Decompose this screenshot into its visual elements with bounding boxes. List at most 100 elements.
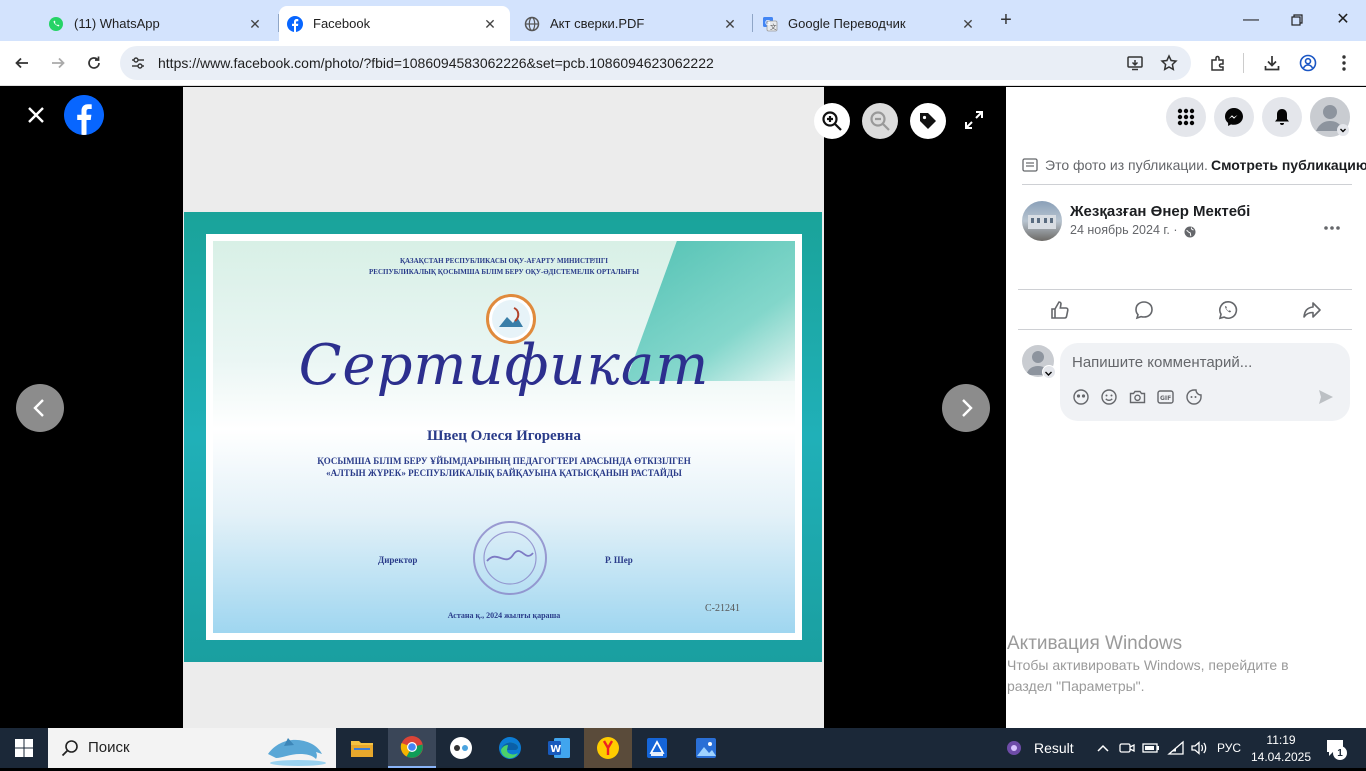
emoji-icon[interactable] bbox=[1101, 389, 1117, 410]
address-bar[interactable]: https://www.facebook.com/photo/?fbid=108… bbox=[120, 46, 1191, 80]
account-avatar-button[interactable] bbox=[1310, 97, 1350, 137]
photos-app-icon[interactable] bbox=[682, 728, 730, 768]
tab-title: Google Переводчик bbox=[788, 16, 906, 31]
zoom-in-button[interactable] bbox=[814, 103, 850, 139]
more-options-icon[interactable] bbox=[1324, 217, 1340, 235]
weather-result-icon[interactable] bbox=[1003, 728, 1025, 768]
menu-grid-button[interactable] bbox=[1166, 97, 1206, 137]
close-viewer-icon[interactable] bbox=[24, 103, 48, 127]
bookmark-star-icon[interactable] bbox=[1160, 54, 1178, 77]
globe-icon bbox=[1184, 225, 1196, 243]
tab-whatsapp[interactable]: (11) WhatsApp ✕ bbox=[40, 6, 275, 41]
gif-icon[interactable]: GIF bbox=[1157, 389, 1174, 410]
search-icon bbox=[61, 739, 79, 762]
sticker-icon[interactable] bbox=[1186, 389, 1202, 410]
downloads-icon[interactable] bbox=[1260, 51, 1284, 75]
photo-viewer: ҚАЗАҚСТАН РЕСПУБЛИКАСЫ ОҚУ-АҒАРТУ МИНИСТ… bbox=[0, 87, 1006, 728]
forward-button[interactable] bbox=[46, 51, 70, 75]
close-tab-icon[interactable]: ✕ bbox=[247, 16, 263, 32]
back-button[interactable] bbox=[10, 51, 34, 75]
weather-result-label[interactable]: Result bbox=[1034, 728, 1074, 768]
tag-button[interactable] bbox=[910, 103, 946, 139]
tray-chevron-up-icon[interactable] bbox=[1093, 728, 1113, 768]
certificate-ministry-line: ҚАЗАҚСТАН РЕСПУБЛИКАСЫ ОҚУ-АҒАРТУ МИНИСТ… bbox=[399, 257, 609, 265]
actions-top-divider bbox=[1018, 289, 1352, 290]
close-tab-icon[interactable]: ✕ bbox=[722, 16, 738, 32]
comment-icon[interactable] bbox=[1130, 296, 1158, 324]
profile-icon[interactable] bbox=[1296, 51, 1320, 75]
certificate-title: Сертификат bbox=[298, 333, 710, 398]
avatar-sticker-icon[interactable] bbox=[1073, 389, 1089, 410]
certificate-text-line: ҚОСЫМША БІЛІМ БЕРУ ҰЙЫМДАРЫНЫҢ ПЕДАГОГТЕ… bbox=[317, 456, 691, 466]
meet-now-icon[interactable] bbox=[1118, 728, 1136, 768]
wifi-icon[interactable] bbox=[1166, 728, 1186, 768]
notifications-bell-button[interactable] bbox=[1262, 97, 1302, 137]
taskbar-search[interactable]: Поиск bbox=[48, 728, 336, 768]
tab-pdf[interactable]: Акт сверки.PDF ✕ bbox=[518, 6, 750, 41]
restore-button[interactable] bbox=[1283, 6, 1311, 34]
activation-watermark-line: Чтобы активировать Windows, перейдите в bbox=[1007, 657, 1289, 673]
install-app-icon[interactable] bbox=[1126, 54, 1144, 77]
comment-input[interactable]: Напишите комментарий... bbox=[1072, 354, 1252, 371]
whatsapp-share-icon[interactable] bbox=[1214, 296, 1242, 324]
windows-taskbar: Поиск W Result РУС 11:19 14.04.2025 1 bbox=[0, 728, 1366, 768]
header-divider bbox=[1022, 184, 1352, 185]
minimize-button[interactable]: — bbox=[1237, 6, 1265, 34]
chrome-icon[interactable] bbox=[388, 728, 436, 768]
certificate-text-line: «АЛТЫН ЖҮРЕК» РЕСПУБЛИКАЛЫҚ БАЙҚАУЫНА ҚА… bbox=[326, 468, 682, 478]
close-window-button[interactable]: ✕ bbox=[1329, 6, 1357, 34]
dolphin-highlight-icon[interactable] bbox=[264, 730, 328, 771]
toolbar-divider bbox=[1243, 53, 1244, 73]
certificate-recipient: Швец Олеся Игоревна bbox=[427, 428, 581, 444]
document-app-icon[interactable] bbox=[633, 728, 681, 768]
clock-date[interactable]: 14.04.2025 bbox=[1250, 747, 1312, 767]
photo-area: ҚАЗАҚСТАН РЕСПУБЛИКАСЫ ОҚУ-АҒАРТУ МИНИСТ… bbox=[183, 87, 824, 728]
camera-icon[interactable] bbox=[1129, 389, 1146, 410]
battery-icon[interactable] bbox=[1141, 728, 1161, 768]
author-avatar[interactable] bbox=[1022, 201, 1062, 241]
zoom-out-button[interactable] bbox=[862, 103, 898, 139]
start-button[interactable] bbox=[0, 728, 48, 768]
url-text[interactable]: https://www.facebook.com/photo/?fbid=108… bbox=[158, 55, 714, 71]
search-placeholder[interactable]: Поиск bbox=[88, 739, 130, 756]
post-side-panel: Это фото из публикации. Смотреть публика… bbox=[1006, 87, 1366, 728]
like-icon[interactable] bbox=[1046, 296, 1074, 324]
tab-google-translate[interactable]: G文 Google Переводчик ✕ bbox=[756, 6, 988, 41]
certificate-director-label: Директор bbox=[378, 555, 418, 565]
close-tab-icon[interactable]: ✕ bbox=[482, 16, 498, 32]
facebook-logo-icon[interactable] bbox=[64, 95, 104, 135]
extensions-icon[interactable] bbox=[1206, 51, 1230, 75]
app-icon[interactable] bbox=[437, 728, 485, 768]
browser-toolbar: https://www.facebook.com/photo/?fbid=108… bbox=[0, 41, 1366, 86]
menu-kebab-icon[interactable] bbox=[1332, 51, 1356, 75]
view-post-link[interactable]: Смотреть публикацию bbox=[1211, 157, 1366, 173]
tab-title: Facebook bbox=[313, 16, 371, 31]
file-explorer-icon[interactable] bbox=[338, 728, 386, 768]
send-icon[interactable] bbox=[1318, 389, 1334, 410]
new-tab-button[interactable]: + bbox=[994, 8, 1018, 32]
svg-text:文: 文 bbox=[770, 22, 777, 31]
author-name[interactable]: Жезқазған Өнер Мектебі bbox=[1070, 203, 1250, 220]
svg-text:GIF: GIF bbox=[1160, 395, 1171, 402]
avatar-switch-chevron-icon[interactable] bbox=[1042, 365, 1056, 379]
actions-bottom-divider bbox=[1018, 329, 1352, 330]
tab-title: (11) WhatsApp bbox=[74, 16, 160, 31]
site-settings-icon[interactable] bbox=[130, 55, 146, 71]
comment-composer[interactable]: Напишите комментарий... GIF bbox=[1060, 343, 1350, 421]
previous-photo-button[interactable] bbox=[16, 384, 64, 432]
reload-button[interactable] bbox=[82, 51, 106, 75]
edge-icon[interactable] bbox=[486, 728, 534, 768]
word-icon[interactable]: W bbox=[535, 728, 583, 768]
share-icon[interactable] bbox=[1298, 296, 1326, 324]
tab-separator bbox=[752, 14, 753, 32]
fullscreen-icon[interactable] bbox=[963, 109, 985, 131]
post-date[interactable]: 24 ноябрь 2024 г. · bbox=[1070, 223, 1178, 237]
next-photo-button[interactable] bbox=[942, 384, 990, 432]
messenger-button[interactable] bbox=[1214, 97, 1254, 137]
yandex-browser-icon[interactable] bbox=[584, 728, 632, 768]
close-tab-icon[interactable]: ✕ bbox=[960, 16, 976, 32]
language-indicator[interactable]: РУС bbox=[1217, 728, 1241, 768]
volume-icon[interactable] bbox=[1189, 728, 1209, 768]
tab-strip: (11) WhatsApp ✕ Facebook ✕ Акт сверки.PD… bbox=[0, 0, 1366, 41]
tab-facebook[interactable]: Facebook ✕ bbox=[279, 6, 510, 41]
